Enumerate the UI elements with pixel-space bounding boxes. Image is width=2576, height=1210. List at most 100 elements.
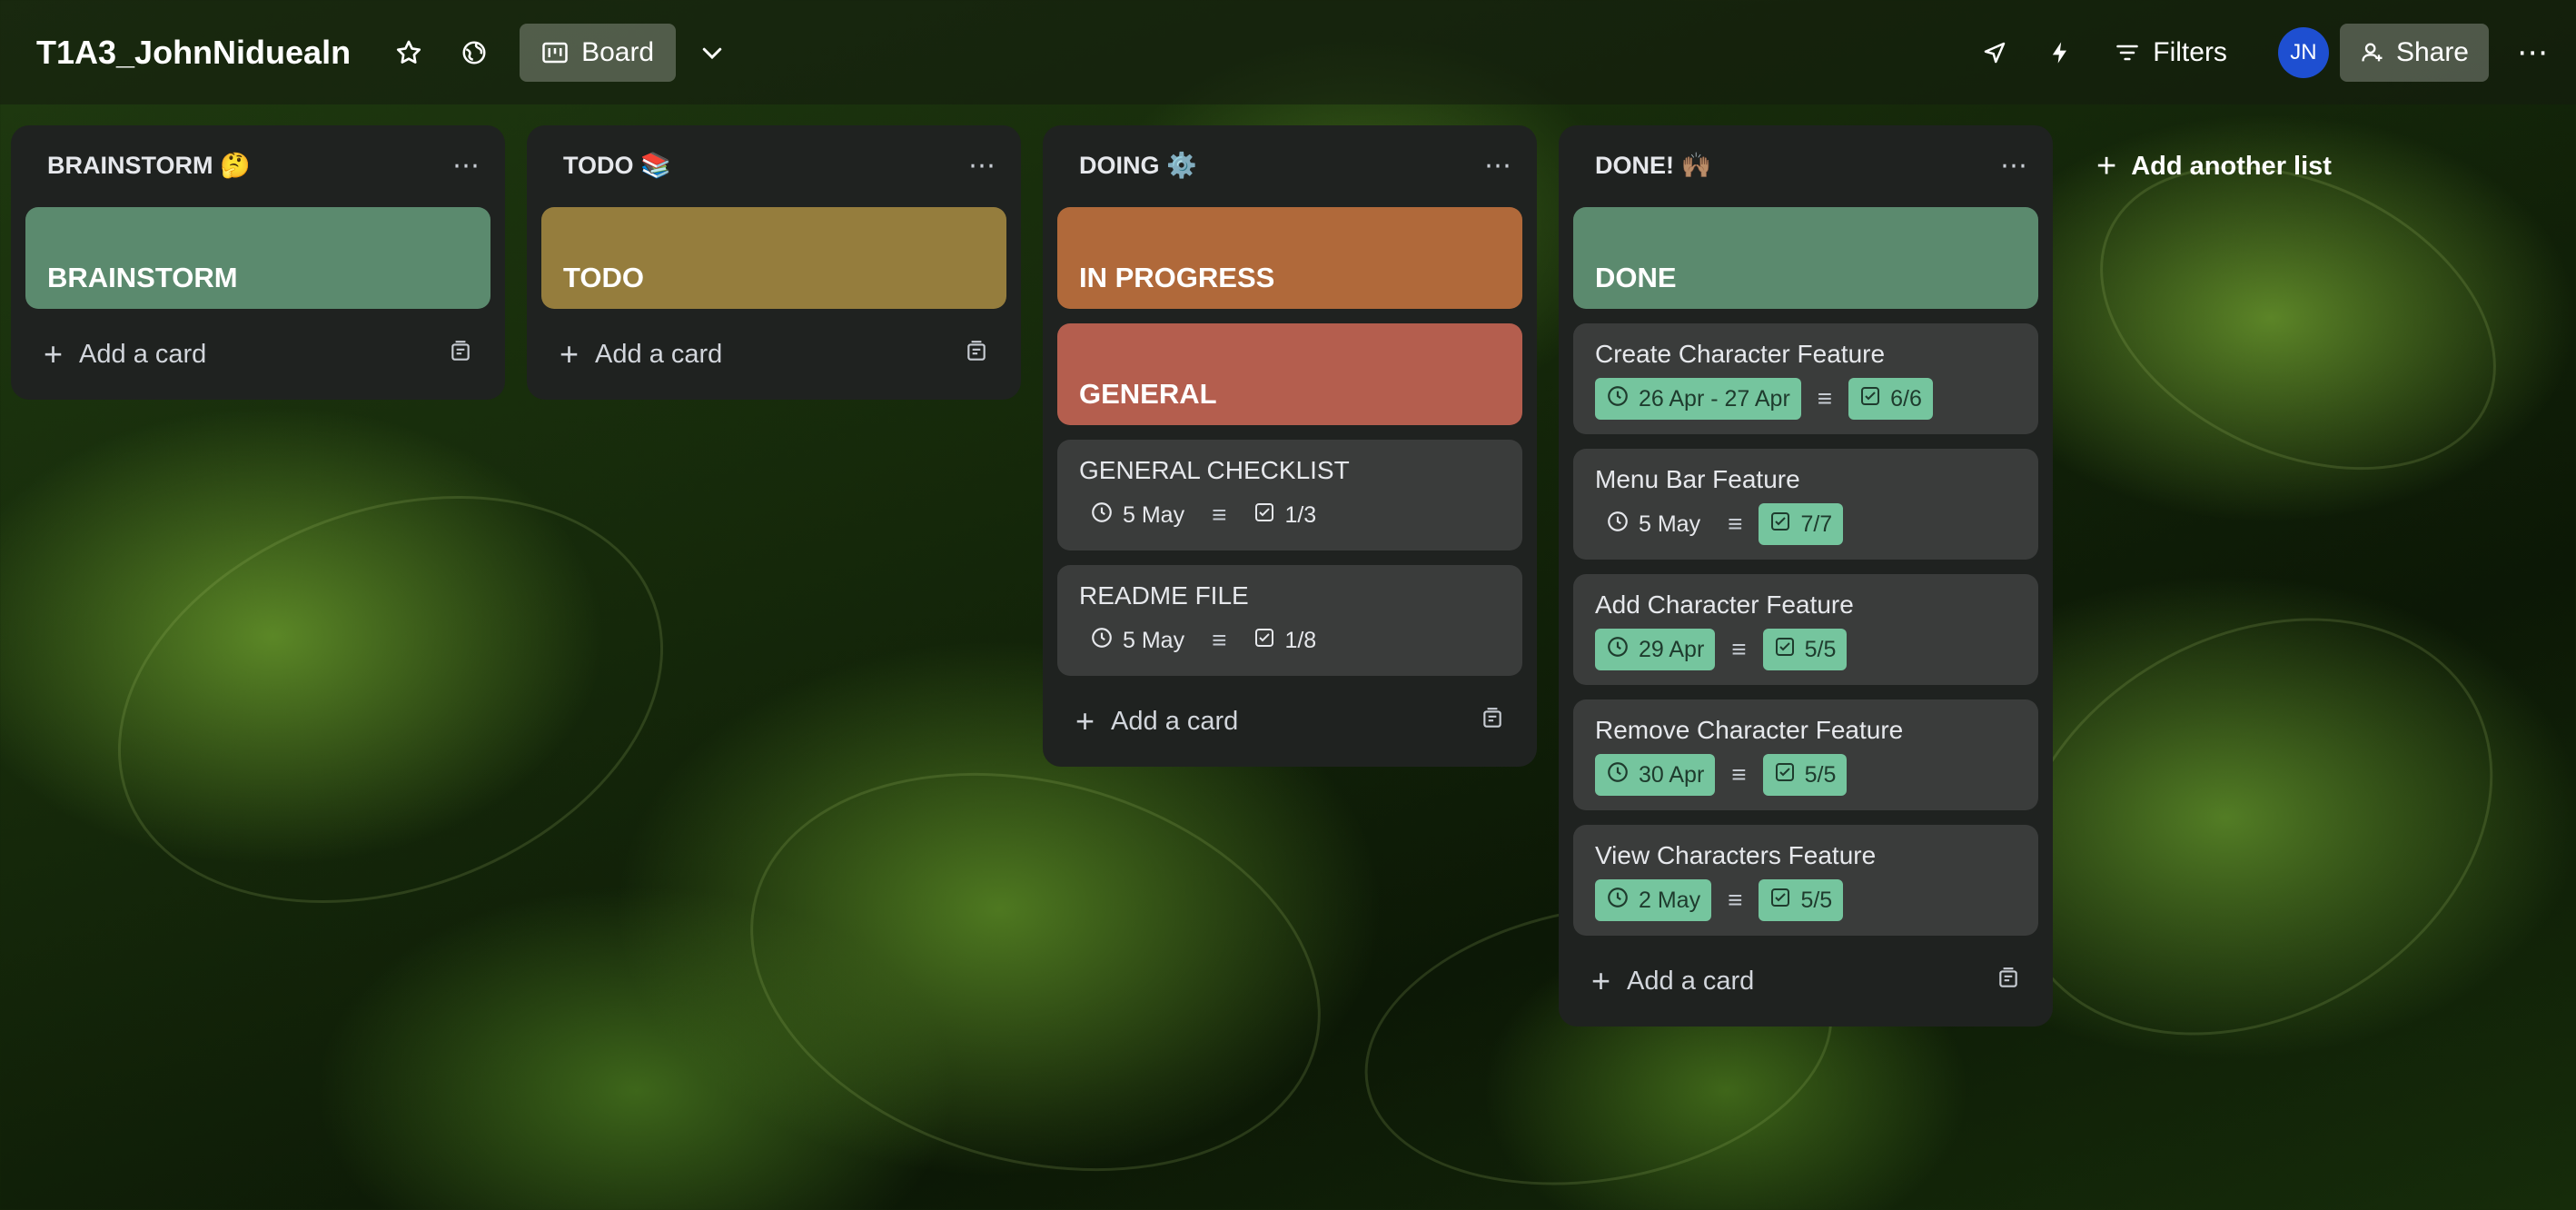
board-title[interactable]: T1A3_JohnNiduealn xyxy=(36,34,351,72)
card[interactable]: README FILE 5 May ≡ 1/8 xyxy=(1057,565,1522,676)
due-date-badge: 30 Apr xyxy=(1595,754,1716,796)
card[interactable]: Menu Bar Feature 5 May ≡ 7/7 xyxy=(1573,449,2038,560)
checkbox-icon xyxy=(1859,385,1881,413)
filters-button[interactable]: Filters xyxy=(2096,24,2245,82)
description-icon: ≡ xyxy=(1728,510,1743,538)
due-date-text: 5 May xyxy=(1639,511,1701,537)
add-card-label: Add a card xyxy=(79,339,207,369)
list-menu-icon[interactable]: ⋯ xyxy=(968,150,997,182)
checkbox-icon xyxy=(1253,501,1275,530)
due-date-badge: 5 May xyxy=(1595,503,1711,545)
plus-icon: + xyxy=(1075,702,1095,739)
card[interactable]: Add Character Feature 29 Apr ≡ 5/5 xyxy=(1573,574,2038,685)
list-title[interactable]: BRAINSTORM 🤔 xyxy=(47,151,251,180)
card-title: Add Character Feature xyxy=(1595,590,1854,619)
share-button[interactable]: Share xyxy=(2339,23,2489,82)
clock-icon xyxy=(1606,635,1630,665)
cover-card-label: IN PROGRESS xyxy=(1079,262,1275,293)
description-icon: ≡ xyxy=(1731,635,1747,663)
template-icon[interactable] xyxy=(1481,707,1504,737)
cover-card[interactable]: IN PROGRESS xyxy=(1057,207,1522,309)
clock-icon xyxy=(1606,886,1630,916)
checklist-badge: 5/5 xyxy=(1759,879,1844,921)
description-icon: ≡ xyxy=(1212,626,1227,654)
template-icon[interactable] xyxy=(965,340,988,370)
due-date-text: 2 May xyxy=(1639,887,1701,913)
card[interactable]: View Characters Feature 2 May ≡ 5/5 xyxy=(1573,825,2038,936)
cover-card-label: TODO xyxy=(563,262,644,293)
add-list-label: Add another list xyxy=(2131,151,2332,181)
add-card-label: Add a card xyxy=(595,339,723,369)
add-card-button[interactable]: + Add a card xyxy=(1057,690,1522,752)
cover-card-label: DONE xyxy=(1595,262,1677,293)
card-title: README FILE xyxy=(1079,581,1249,610)
filter-icon xyxy=(2116,45,2139,60)
cover-card-label: GENERAL xyxy=(1079,378,1217,410)
rocket-icon[interactable] xyxy=(1966,24,2024,82)
template-icon[interactable] xyxy=(1996,967,2020,997)
board-header: T1A3_JohnNiduealn Board Filters JN Share… xyxy=(0,0,2576,104)
background-leaf xyxy=(705,712,1366,1210)
add-card-button[interactable]: + Add a card xyxy=(1573,950,2038,1012)
filters-label: Filters xyxy=(2153,36,2227,67)
due-date-badge: 29 Apr xyxy=(1595,629,1716,670)
due-date-text: 26 Apr - 27 Apr xyxy=(1639,385,1790,412)
checkbox-icon xyxy=(1774,636,1796,664)
card[interactable]: GENERAL CHECKLIST 5 May ≡ 1/3 xyxy=(1057,440,1522,550)
list-menu-icon[interactable]: ⋯ xyxy=(1484,150,1513,182)
description-icon: ≡ xyxy=(1728,886,1743,914)
checkbox-icon xyxy=(1769,887,1791,915)
list-menu-icon[interactable]: ⋯ xyxy=(452,150,481,182)
clock-icon xyxy=(1606,510,1630,540)
list-title[interactable]: DOING ⚙️ xyxy=(1079,151,1197,180)
clock-icon xyxy=(1090,626,1114,656)
list-title[interactable]: TODO 📚 xyxy=(563,151,671,180)
due-date-badge: 5 May xyxy=(1079,620,1195,661)
list-doing: DOING ⚙️ ⋯ IN PROGRESS GENERAL GENERAL C… xyxy=(1043,125,1537,767)
globe-icon[interactable] xyxy=(445,24,503,82)
card-title: Menu Bar Feature xyxy=(1595,465,1800,493)
checklist-badge: 1/8 xyxy=(1243,620,1327,661)
card-title: Create Character Feature xyxy=(1595,340,1886,368)
add-list-button[interactable]: + Add another list xyxy=(2080,134,2353,198)
add-card-button[interactable]: + Add a card xyxy=(541,323,1006,385)
checklist-count: 5/5 xyxy=(1800,887,1833,913)
checklist-count: 5/5 xyxy=(1804,636,1837,662)
clock-icon xyxy=(1090,501,1114,531)
chevron-down-icon[interactable] xyxy=(683,24,741,82)
add-card-button[interactable]: + Add a card xyxy=(25,323,490,385)
card-title: Remove Character Feature xyxy=(1595,716,1904,744)
list-title[interactable]: DONE! 🙌🏽 xyxy=(1595,151,1711,180)
cover-card-label: BRAINSTORM xyxy=(47,262,238,293)
lightning-icon[interactable] xyxy=(2031,24,2089,82)
cover-card[interactable]: BRAINSTORM xyxy=(25,207,490,309)
description-icon: ≡ xyxy=(1817,384,1833,412)
template-icon[interactable] xyxy=(449,340,472,370)
cover-card[interactable]: TODO xyxy=(541,207,1006,309)
checkbox-icon xyxy=(1253,627,1275,655)
description-icon: ≡ xyxy=(1212,501,1227,529)
checklist-badge: 6/6 xyxy=(1848,378,1933,420)
clock-icon xyxy=(1606,760,1630,790)
checklist-count: 6/6 xyxy=(1890,385,1922,412)
background-leaf xyxy=(60,423,721,976)
add-card-label: Add a card xyxy=(1111,706,1239,736)
checklist-count: 7/7 xyxy=(1800,511,1833,537)
cover-card[interactable]: GENERAL xyxy=(1057,323,1522,425)
description-icon: ≡ xyxy=(1731,760,1747,788)
cover-card[interactable]: DONE xyxy=(1573,207,2038,309)
card[interactable]: Create Character Feature 26 Apr - 27 Apr… xyxy=(1573,323,2038,434)
card[interactable]: Remove Character Feature 30 Apr ≡ 5/5 xyxy=(1573,699,2038,810)
star-icon[interactable] xyxy=(380,24,438,82)
list-done: DONE! 🙌🏽 ⋯ DONE Create Character Feature… xyxy=(1559,125,2053,1027)
card-title: GENERAL CHECKLIST xyxy=(1079,456,1350,484)
checklist-count: 5/5 xyxy=(1804,761,1837,788)
add-card-label: Add a card xyxy=(1627,966,1755,996)
more-icon[interactable]: ⋯ xyxy=(2503,24,2561,82)
due-date-text: 30 Apr xyxy=(1639,761,1705,788)
avatar[interactable]: JN xyxy=(2277,26,2329,78)
due-date-badge: 26 Apr - 27 Apr xyxy=(1595,378,1801,420)
board-view-button[interactable]: Board xyxy=(520,23,677,82)
checkbox-icon xyxy=(1774,761,1796,789)
list-menu-icon[interactable]: ⋯ xyxy=(2000,150,2029,182)
